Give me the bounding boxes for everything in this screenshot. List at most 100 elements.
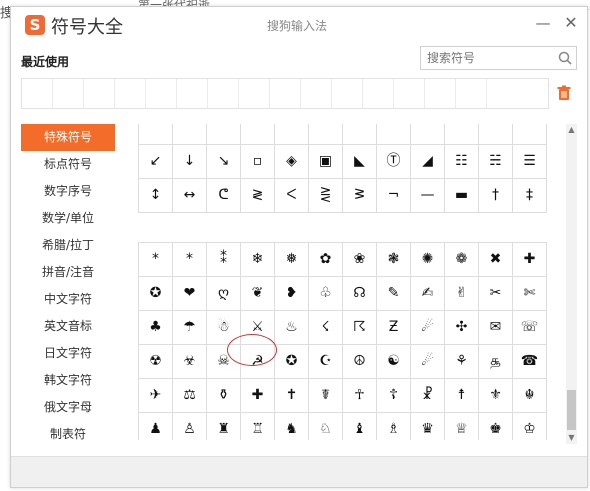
search-input[interactable] — [421, 47, 549, 69]
symbol-cell[interactable]: ☏ — [513, 311, 547, 345]
symbol-cell[interactable]: * — [173, 243, 207, 277]
symbol-cell[interactable]: ♧ — [309, 277, 343, 311]
symbol-cell[interactable]: ☂ — [173, 311, 207, 345]
scroll-down-arrow-icon[interactable]: ▼ — [566, 433, 577, 443]
symbol-cell[interactable] — [173, 124, 207, 145]
recent-symbol-cell[interactable] — [363, 79, 394, 108]
recent-symbol-cell[interactable] — [394, 79, 425, 108]
symbol-cell[interactable]: ♞ — [275, 413, 309, 440]
symbol-cell[interactable]: ᕦ — [207, 179, 241, 213]
symbol-cell[interactable]: ⚔ — [241, 311, 275, 345]
symbol-cell[interactable]: ⚜ — [479, 379, 513, 413]
symbol-cell[interactable]: Ⓣ — [377, 145, 411, 179]
symbol-cell[interactable]: ❅ — [275, 243, 309, 277]
recent-symbol-cell[interactable] — [239, 79, 270, 108]
symbol-cell[interactable]: ♖ — [241, 413, 275, 440]
symbol-cell[interactable] — [309, 124, 343, 145]
symbol-cell[interactable]: ♔ — [513, 413, 547, 440]
symbol-cell[interactable]: ◈ — [275, 145, 309, 179]
sidebar-item[interactable]: 数学/单位 — [21, 205, 115, 232]
symbol-cell[interactable]: * — [139, 243, 173, 277]
symbol-cell[interactable]: ☷ — [445, 145, 479, 179]
recent-symbol-cell[interactable] — [208, 79, 239, 108]
scroll-up-arrow-icon[interactable]: ▲ — [566, 125, 577, 135]
symbol-cell[interactable]: ☃ — [207, 311, 241, 345]
symbol-cell[interactable]: ☄ — [411, 311, 445, 345]
symbol-cell[interactable]: ❄ — [241, 243, 275, 277]
minimize-button[interactable]: — — [534, 14, 552, 32]
symbol-cell[interactable]: ☵ — [479, 145, 513, 179]
symbol-cell[interactable]: ♚ — [479, 413, 513, 440]
sidebar-item[interactable]: 俄文字母 — [21, 394, 115, 421]
recent-symbol-cell[interactable] — [301, 79, 332, 108]
symbol-cell[interactable]: ≷ — [241, 179, 275, 213]
symbol-cell[interactable] — [445, 124, 479, 145]
recent-symbol-cell[interactable] — [53, 79, 84, 108]
symbol-cell[interactable]: ❃ — [377, 243, 411, 277]
symbol-cell[interactable]: ⋛ — [309, 179, 343, 213]
vertical-scrollbar[interactable]: ▲ ▼ — [566, 124, 577, 444]
symbol-cell[interactable]: ♕ — [445, 413, 479, 440]
symbol-cell[interactable]: ♛ — [411, 413, 445, 440]
symbol-cell[interactable]: ♘ — [309, 413, 343, 440]
recent-symbol-cell[interactable] — [270, 79, 301, 108]
symbol-cell[interactable]: ❀ — [343, 243, 377, 277]
sidebar-item[interactable]: 拼音/注音 — [21, 259, 115, 286]
symbol-cell[interactable]: ❤ — [173, 277, 207, 311]
symbol-cell[interactable]: ✪ — [139, 277, 173, 311]
symbol-cell[interactable]: ⚘ — [445, 345, 479, 379]
symbol-cell[interactable]: ᐸ — [275, 179, 309, 213]
symbol-cell[interactable]: ▬ — [445, 179, 479, 213]
symbol-cell[interactable]: ♨ — [275, 311, 309, 345]
sidebar-item[interactable]: 中文字符 — [21, 286, 115, 313]
symbol-cell[interactable]: ☇ — [309, 311, 343, 345]
symbol-cell[interactable]: ✎ — [377, 277, 411, 311]
symbol-cell[interactable]: ☮ — [343, 345, 377, 379]
scroll-thumb[interactable] — [567, 390, 576, 430]
symbol-cell[interactable]: ☤ — [309, 379, 343, 413]
symbol-cell[interactable]: † — [479, 179, 513, 213]
symbol-cell[interactable]: ☯ — [377, 345, 411, 379]
symbol-cell[interactable]: ♜ — [207, 413, 241, 440]
symbol-cell[interactable]: ¬ — [377, 179, 411, 213]
symbol-cell[interactable]: ✪ — [275, 345, 309, 379]
close-button[interactable]: ✕ — [562, 14, 580, 32]
symbol-cell[interactable]: ♝ — [343, 413, 377, 440]
recent-symbol-cell[interactable] — [84, 79, 115, 108]
symbol-cell[interactable]: ᕒ — [343, 179, 377, 213]
symbol-cell[interactable]: ☦ — [377, 379, 411, 413]
symbol-cell[interactable]: ☭ — [241, 345, 275, 379]
symbol-cell[interactable]: ☪ — [309, 345, 343, 379]
symbol-cell[interactable]: ✿ — [309, 243, 343, 277]
symbol-cell[interactable]: ☠ — [207, 345, 241, 379]
sidebar-item[interactable]: 制表符 — [21, 421, 115, 448]
symbol-cell[interactable]: ↔ — [173, 179, 207, 213]
symbol-cell[interactable] — [275, 124, 309, 145]
symbol-cell[interactable] — [513, 124, 547, 145]
symbol-cell[interactable]: ◣ — [343, 145, 377, 179]
sidebar-item[interactable]: 韩文字符 — [21, 367, 115, 394]
symbol-cell[interactable]: Ƶ — [377, 311, 411, 345]
symbol-cell[interactable] — [479, 124, 513, 145]
symbol-cell[interactable]: ௲ — [479, 345, 513, 379]
symbol-cell[interactable]: ✚ — [241, 379, 275, 413]
symbol-cell[interactable]: ☥ — [343, 379, 377, 413]
search-icon[interactable] — [557, 50, 573, 66]
search-box[interactable] — [420, 46, 577, 70]
symbol-cell[interactable] — [411, 124, 445, 145]
sidebar-item[interactable]: 希腊/拉丁 — [21, 232, 115, 259]
recent-symbol-cell[interactable] — [115, 79, 146, 108]
symbol-cell[interactable]: ✚ — [513, 243, 547, 277]
recent-symbol-cell[interactable] — [487, 79, 548, 108]
symbol-cell[interactable]: ✺ — [411, 243, 445, 277]
symbol-cell[interactable]: ‡ — [513, 179, 547, 213]
symbol-cell[interactable]: ☊ — [343, 277, 377, 311]
symbol-cell[interactable]: ▣ — [309, 145, 343, 179]
sidebar-item[interactable]: 英文音标 — [21, 313, 115, 340]
symbol-cell[interactable]: ✣ — [445, 311, 479, 345]
symbol-cell[interactable]: ☄ — [411, 345, 445, 379]
symbol-cell[interactable]: ✄ — [513, 277, 547, 311]
sidebar-item[interactable]: 特殊符号 — [21, 124, 115, 151]
recent-symbol-cell[interactable] — [177, 79, 208, 108]
symbol-cell[interactable]: ❥ — [275, 277, 309, 311]
